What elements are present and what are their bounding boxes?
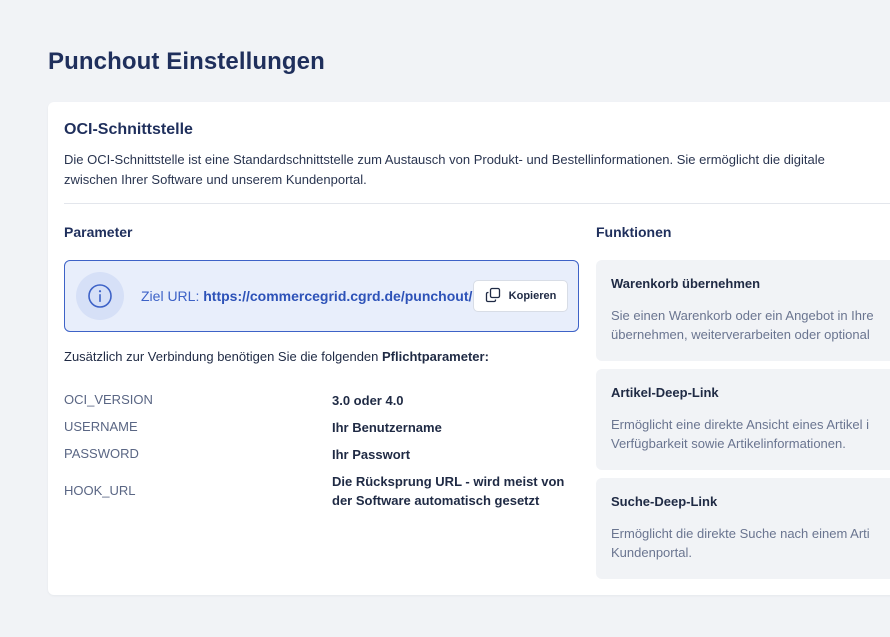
copy-icon bbox=[485, 287, 501, 306]
param-key: USERNAME bbox=[64, 419, 138, 434]
funktionen-heading: Funktionen bbox=[596, 224, 672, 240]
function-description-line: übernehmen, weiterverarbeiten oder optio… bbox=[611, 327, 870, 342]
function-description: Ermöglicht eine direkte Ansicht eines Ar… bbox=[611, 415, 869, 453]
function-description-line: Ermöglicht die direkte Suche nach einem … bbox=[611, 526, 870, 541]
function-description-line: Verfügbarkeit sowie Artikelinformationen… bbox=[611, 436, 846, 451]
function-card-warenkorb: Warenkorb übernehmen Sie einen Warenkorb… bbox=[596, 260, 890, 361]
param-value: Ihr Passwort bbox=[332, 447, 411, 462]
function-description-line: Ermöglicht eine direkte Ansicht eines Ar… bbox=[611, 417, 869, 432]
card-description-line: Die OCI-Schnittstelle ist eine Standards… bbox=[64, 152, 825, 167]
required-params-prefix: Zusätzlich zur Verbindung benötigen Sie … bbox=[64, 349, 382, 364]
param-value: Die Rücksprung URL - wird meist von der … bbox=[332, 472, 582, 510]
function-card-artikel-deep-link: Artikel-Deep-Link Ermöglicht eine direkt… bbox=[596, 369, 890, 470]
target-url-box: Ziel URL: https://commercegrid.cgrd.de/p… bbox=[64, 260, 579, 332]
divider bbox=[64, 203, 890, 204]
param-value: 3.0 oder 4.0 bbox=[332, 393, 404, 408]
function-title: Artikel-Deep-Link bbox=[611, 385, 719, 400]
function-title: Warenkorb übernehmen bbox=[611, 276, 761, 291]
page-title: Punchout Einstellungen bbox=[48, 48, 325, 75]
param-value: Ihr Benutzername bbox=[332, 420, 442, 435]
copy-button-label: Kopieren bbox=[508, 290, 557, 302]
function-description: Ermöglicht die direkte Suche nach einem … bbox=[611, 524, 870, 562]
required-params-text: Zusätzlich zur Verbindung benötigen Sie … bbox=[64, 349, 489, 364]
function-description-line: Sie einen Warenkorb oder ein Angebot in … bbox=[611, 308, 874, 323]
copy-button[interactable]: Kopieren bbox=[473, 280, 568, 312]
target-url-label: Ziel URL: bbox=[141, 288, 204, 304]
param-key: PASSWORD bbox=[64, 446, 139, 461]
info-icon bbox=[76, 272, 124, 320]
function-description: Sie einen Warenkorb oder ein Angebot in … bbox=[611, 306, 874, 344]
param-value-line: Die Rücksprung URL - wird meist von bbox=[332, 474, 565, 489]
card-title: OCI-Schnittstelle bbox=[64, 121, 193, 138]
function-card-suche-deep-link: Suche-Deep-Link Ermöglicht die direkte S… bbox=[596, 478, 890, 579]
function-title: Suche-Deep-Link bbox=[611, 494, 718, 509]
target-url-value: https://commercegrid.cgrd.de/punchout/ bbox=[203, 288, 473, 304]
param-key: OCI_VERSION bbox=[64, 392, 153, 407]
card-description-line: zwischen Ihrer Software und unserem Kund… bbox=[64, 172, 367, 187]
parameter-heading: Parameter bbox=[64, 224, 133, 240]
oci-card: OCI-Schnittstelle Die OCI-Schnittstelle … bbox=[48, 102, 890, 595]
required-params-bold: Pflichtparameter: bbox=[382, 349, 489, 364]
card-description: Die OCI-Schnittstelle ist eine Standards… bbox=[64, 150, 890, 190]
function-description-line: Kundenportal. bbox=[611, 545, 692, 560]
param-key: HOOK_URL bbox=[64, 483, 136, 498]
param-value-line: der Software automatisch gesetzt bbox=[332, 493, 540, 508]
target-url-text: Ziel URL: https://commercegrid.cgrd.de/p… bbox=[141, 288, 472, 304]
